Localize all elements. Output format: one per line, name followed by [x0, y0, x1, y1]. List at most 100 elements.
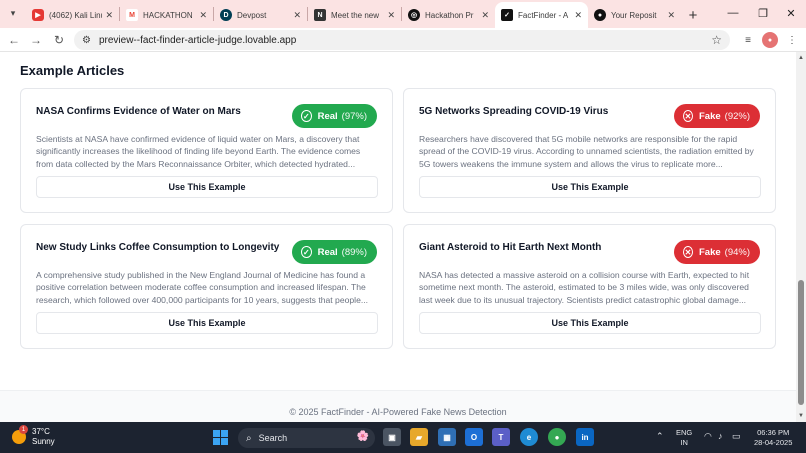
factfinder-icon: ✓	[501, 9, 513, 21]
site-settings-icon[interactable]: ⚙	[82, 35, 91, 46]
scroll-down-icon[interactable]: ▼	[797, 412, 805, 420]
taskbar-search[interactable]: ⌕ Search 🌸	[238, 428, 375, 448]
search-highlight-icon: 🌸	[356, 431, 369, 442]
chrome-icon[interactable]: ●	[548, 428, 566, 446]
close-tab-icon[interactable]: ✕	[667, 10, 675, 21]
system-clock[interactable]: 06:36 PM 28-04-2025	[754, 428, 792, 448]
github-icon: ●	[594, 9, 606, 21]
profile-avatar[interactable]: ●	[762, 32, 778, 48]
footer-copyright: © 2025 FactFinder - AI-Powered Fake News…	[289, 407, 507, 417]
windows-taskbar: 1 37°C Sunny ⌕ Search 🌸 ▣ ▰ ▦ O T e ● in…	[0, 422, 806, 453]
confidence-value: (89%)	[341, 246, 367, 258]
youtube-icon: ▶	[32, 9, 44, 21]
gmail-icon: M	[126, 9, 138, 21]
verdict-badge-fake: ✕ Fake (92%)	[674, 104, 760, 128]
tab-title: Meet the new	[331, 10, 380, 20]
verdict-label: Real	[317, 246, 338, 258]
verdict-label: Fake	[699, 110, 721, 122]
check-circle-icon: ✓	[301, 246, 312, 258]
use-example-button[interactable]: Use This Example	[36, 312, 378, 334]
reload-icon[interactable]: ↻	[50, 31, 68, 49]
new-tab-button[interactable]: +	[681, 2, 705, 28]
close-tab-icon[interactable]: ✕	[199, 10, 207, 21]
tab-your-repository[interactable]: ● Your Reposit ✕	[588, 2, 681, 28]
wifi-icon[interactable]: ◠	[704, 431, 712, 442]
close-tab-icon[interactable]: ✕	[105, 10, 113, 21]
clock-date: 28-04-2025	[754, 438, 793, 447]
verdict-label: Fake	[699, 246, 721, 258]
tab-title: Devpost	[237, 10, 267, 20]
browser-menu-icon[interactable]: ⋮	[784, 32, 800, 48]
scroll-up-icon[interactable]: ▲	[797, 54, 805, 62]
windows-start-icon[interactable]	[213, 430, 228, 445]
weather-desc: Sunny	[32, 437, 55, 446]
page-footer: © 2025 FactFinder - AI-Powered Fake News…	[0, 390, 796, 422]
address-url[interactable]: preview--fact-finder-article-judge.lovab…	[99, 35, 296, 46]
linkedin-icon[interactable]: in	[576, 428, 594, 446]
tab-hackathon[interactable]: M HACKATHON ✕	[120, 2, 213, 28]
notion-icon: N	[314, 9, 326, 21]
show-hidden-icons-icon[interactable]: ⌃	[656, 431, 664, 442]
x-circle-icon: ✕	[683, 110, 693, 122]
back-icon[interactable]: ←	[5, 31, 23, 49]
restore-icon[interactable]: ❐	[748, 0, 778, 26]
tab-hackathon-pr[interactable]: ◎ Hackathon Pr ✕	[402, 2, 495, 28]
task-view-icon[interactable]: ▣	[383, 428, 401, 446]
media-controls-icon[interactable]: ≡	[740, 32, 756, 48]
use-example-button[interactable]: Use This Example	[36, 176, 378, 198]
article-title: NASA Confirms Evidence of Water on Mars	[36, 106, 241, 117]
tab-title: Your Reposit	[611, 10, 657, 20]
tab-factfinder[interactable]: ✓ FactFinder - A ✕	[495, 2, 588, 28]
weather-widget[interactable]: 1 37°C Sunny	[12, 425, 55, 447]
browser-toolbar: ← → ↻ ⚙ preview--fact-finder-article-jud…	[0, 28, 806, 52]
search-placeholder: Search	[258, 433, 288, 443]
close-tab-icon[interactable]: ✕	[387, 10, 395, 21]
close-tab-icon[interactable]: ✕	[481, 10, 489, 21]
page-scrollbar[interactable]: ▲ ▼	[796, 52, 806, 422]
close-window-icon[interactable]: ✕	[776, 0, 806, 26]
clock-time: 06:36 PM	[757, 428, 790, 437]
confidence-value: (92%)	[724, 110, 750, 122]
volume-icon[interactable]: ♪	[718, 431, 723, 441]
article-card: Giant Asteroid to Hit Earth Next Month ✕…	[403, 224, 776, 349]
article-title: 5G Networks Spreading COVID-19 Virus	[419, 106, 609, 117]
article-title: New Study Links Coffee Consumption to Lo…	[36, 242, 280, 253]
weather-badge: 1	[19, 425, 28, 434]
weather-temp: 37°C	[32, 427, 50, 436]
article-excerpt: Researchers have discovered that 5G mobi…	[419, 134, 754, 169]
edge-icon[interactable]: e	[520, 428, 538, 446]
language-indicator[interactable]: ENG IN	[676, 428, 692, 448]
microsoft-store-icon[interactable]: ▦	[438, 428, 456, 446]
language-code: ENG	[676, 428, 693, 437]
tab-title: HACKATHON	[143, 10, 193, 20]
close-tab-icon[interactable]: ✕	[293, 10, 301, 21]
confidence-value: (97%)	[341, 110, 367, 122]
bookmark-star-icon[interactable]: ☆	[711, 33, 722, 47]
language-region: IN	[680, 438, 688, 447]
forward-icon[interactable]: →	[27, 31, 45, 49]
confidence-value: (94%)	[724, 246, 750, 258]
teams-icon[interactable]: T	[492, 428, 510, 446]
battery-icon[interactable]: ▭	[732, 431, 741, 442]
minimize-icon[interactable]: —	[718, 0, 748, 26]
address-bar[interactable]: ⚙ preview--fact-finder-article-judge.lov…	[74, 30, 730, 50]
tab-devpost[interactable]: D Devpost ✕	[214, 2, 307, 28]
verdict-badge-real: ✓ Real (89%)	[292, 240, 377, 264]
article-excerpt: NASA has detected a massive asteroid on …	[419, 270, 750, 305]
tab-search-icon[interactable]: ▾	[4, 4, 22, 22]
scrollbar-thumb[interactable]	[798, 280, 804, 405]
file-explorer-icon[interactable]: ▰	[410, 428, 428, 446]
article-card: New Study Links Coffee Consumption to Lo…	[20, 224, 393, 349]
close-tab-icon[interactable]: ✕	[574, 10, 582, 21]
use-example-button[interactable]: Use This Example	[419, 312, 761, 334]
article-card: 5G Networks Spreading COVID-19 Virus ✕ F…	[403, 88, 776, 213]
verdict-label: Real	[317, 110, 338, 122]
sun-icon: 1	[12, 425, 28, 444]
github-icon: ◎	[408, 9, 420, 21]
use-example-button[interactable]: Use This Example	[419, 176, 761, 198]
devpost-icon: D	[220, 9, 232, 21]
tab-meet-the-new[interactable]: N Meet the new ✕	[308, 2, 401, 28]
outlook-icon[interactable]: O	[465, 428, 483, 446]
check-circle-icon: ✓	[301, 110, 312, 122]
tab-kali-linux[interactable]: ▶ (4062) Kali Linux ✕	[26, 2, 119, 28]
